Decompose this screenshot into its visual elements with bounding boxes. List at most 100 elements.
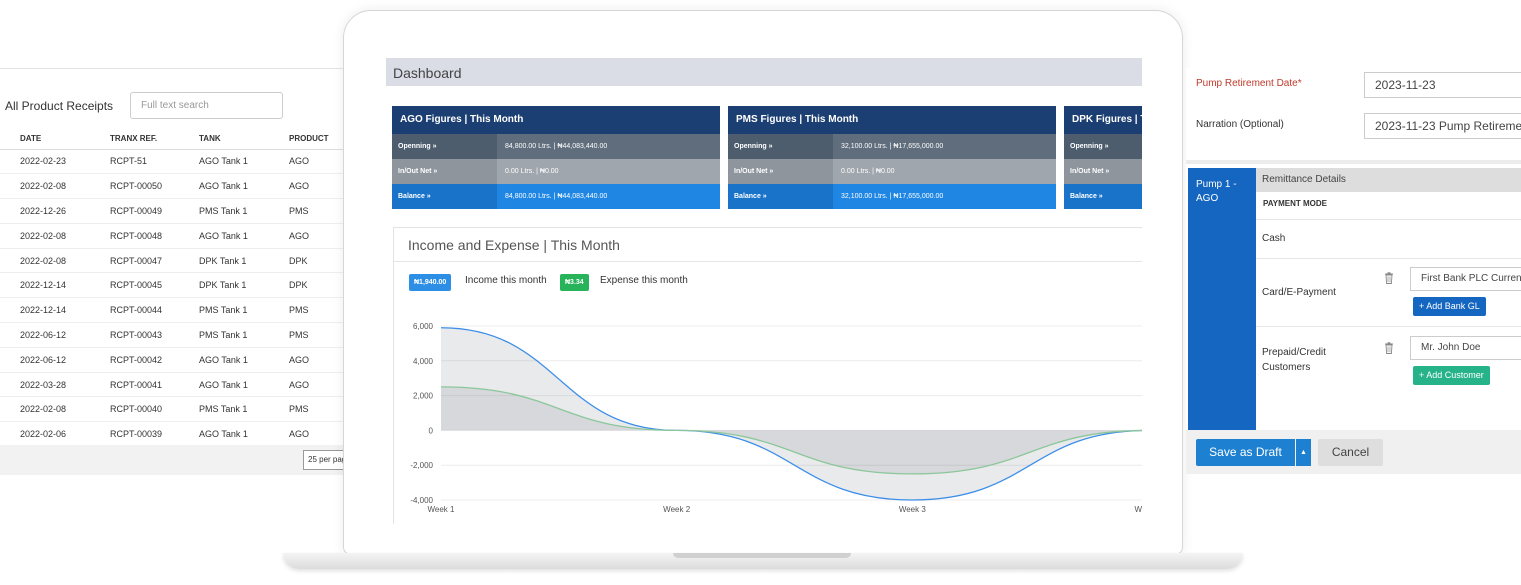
openning-row: Openning » 84,800.00 Ltrs. | ₦44,083,440… <box>392 134 720 159</box>
mode-cash: Cash <box>1262 233 1286 244</box>
ago-figures-card: AGO Figures | This Month Openning » 84,8… <box>392 106 720 209</box>
x-tick-label: Week 1 <box>428 505 456 514</box>
cell-tank: AGO Tank 1 <box>199 149 289 175</box>
in-out-net-value: 0.00 Ltrs. | ₦0.00 <box>497 159 720 184</box>
cell-date: 2022-06-12 <box>0 347 110 373</box>
remittance-details-header: Remittance Details <box>1256 168 1521 192</box>
mode-prepaid-credit-customers: Prepaid/Credit Customers <box>1262 347 1326 373</box>
pump-label: Pump 1 - AGO <box>1188 168 1256 430</box>
table-row[interactable]: 2022-12-26 RCPT-00049 PMS Tank 1 PMS <box>0 198 360 224</box>
x-tick-label: Week 3 <box>899 505 927 514</box>
table-row[interactable]: 2022-12-14 RCPT-00044 PMS Tank 1 PMS <box>0 297 360 324</box>
openning-link[interactable]: Openning » <box>392 134 497 159</box>
expense-label: Expense this month <box>600 275 688 286</box>
pump-retirement-panel: Pump Retirement Date* 2023-11-23 Narrati… <box>1186 68 1521 474</box>
balance-value: 32,100.00 Ltrs. | ₦17,655,000.00 <box>833 184 1056 209</box>
table-row[interactable]: 2022-06-12 RCPT-00042 AGO Tank 1 AGO <box>0 347 360 373</box>
figures-card-title: PMS Figures | This Month <box>728 106 1056 134</box>
cell-tank: PMS Tank 1 <box>199 322 289 348</box>
cell-tranx-ref: RCPT-00045 <box>110 272 199 299</box>
openning-row: Openning » <box>1064 134 1142 159</box>
column-header-tranx-ref[interactable]: TRANX REF. <box>110 129 199 150</box>
y-tick-label: 6,000 <box>413 322 434 331</box>
cell-tranx-ref: RCPT-00049 <box>110 198 199 224</box>
table-row[interactable]: 2022-02-08 RCPT-00040 PMS Tank 1 PMS <box>0 396 360 423</box>
column-header-date[interactable]: DATE <box>0 129 110 150</box>
receipts-table-body: 2022-02-23 RCPT-51 AGO Tank 1 AGO 2022-02-08… <box>0 149 360 448</box>
balance-link[interactable]: Balance » <box>728 184 833 209</box>
table-row[interactable]: 2022-06-12 RCPT-00043 PMS Tank 1 PMS <box>0 322 360 348</box>
stage: All Product Receipts Full text search DA… <box>0 0 1521 585</box>
cancel-button[interactable]: Cancel <box>1318 439 1383 466</box>
table-row[interactable]: 2022-02-08 RCPT-00047 DPK Tank 1 DPK <box>0 248 360 274</box>
save-as-draft-button[interactable]: Save as Draft <box>1196 439 1295 466</box>
cell-tank: AGO Tank 1 <box>199 421 289 448</box>
retirement-date-label: Pump Retirement Date* <box>1196 78 1302 89</box>
table-row[interactable]: 2022-02-08 RCPT-00050 AGO Tank 1 AGO <box>0 173 360 200</box>
mode-card-e-payment: Card/E-Payment <box>1262 287 1336 298</box>
cell-tank: AGO Tank 1 <box>199 223 289 249</box>
divider <box>1256 258 1521 259</box>
laptop-notch <box>673 553 851 558</box>
add-customer-button[interactable]: + Add Customer <box>1413 366 1490 385</box>
balance-value: 84,800.00 Ltrs. | ₦44,083,440.00 <box>497 184 720 209</box>
caret-up-icon: ▲ <box>1300 449 1307 456</box>
income-expense-chart: 6,000 4,000 2,000 0 -2,000 -4,000Week 1 Week 2… <box>410 322 1142 514</box>
cell-tank: PMS Tank 1 <box>199 198 289 224</box>
openning-link[interactable]: Openning » <box>1064 134 1142 159</box>
y-tick-label: 2,000 <box>413 392 434 401</box>
cell-date: 2022-02-08 <box>0 223 110 249</box>
cell-tranx-ref: RCPT-00040 <box>110 396 199 423</box>
dashboard-header: Dashboard <box>386 58 1142 86</box>
narration-input[interactable]: 2023-11-23 Pump Retirement <box>1364 113 1521 139</box>
table-row[interactable]: 2022-02-08 RCPT-00048 AGO Tank 1 AGO <box>0 223 360 249</box>
in-out-net-link[interactable]: In/Out Net » <box>1064 159 1142 184</box>
customer-select[interactable]: Mr. John Doe <box>1410 336 1521 360</box>
openning-value: 32,100.00 Ltrs. | ₦17,655,000.00 <box>833 134 1056 159</box>
y-tick-label: 0 <box>429 426 434 435</box>
balance-link[interactable]: Balance » <box>1064 184 1142 209</box>
openning-value: 84,800.00 Ltrs. | ₦44,083,440.00 <box>497 134 720 159</box>
cell-tranx-ref: RCPT-00050 <box>110 173 199 200</box>
in-out-net-row: In/Out Net » 0.00 Ltrs. | ₦0.00 <box>728 159 1056 184</box>
openning-link[interactable]: Openning » <box>728 134 833 159</box>
table-row[interactable]: 2022-02-06 RCPT-00039 AGO Tank 1 AGO <box>0 421 360 448</box>
cell-tank: AGO Tank 1 <box>199 347 289 373</box>
save-options-dropdown-button[interactable]: ▲ <box>1296 439 1311 466</box>
divider <box>394 261 1142 262</box>
y-tick-label: -4,000 <box>410 496 433 505</box>
table-row[interactable]: 2022-12-14 RCPT-00045 DPK Tank 1 DPK <box>0 272 360 299</box>
cell-tank: DPK Tank 1 <box>199 272 289 299</box>
receipts-header: All Product Receipts <box>5 92 113 120</box>
in-out-net-link[interactable]: In/Out Net » <box>392 159 497 184</box>
receipts-table: DATE TRANX REF. TANK PRODUCT 2022-02-23 R… <box>0 129 360 448</box>
cell-date: 2022-02-08 <box>0 248 110 274</box>
retirement-date-input[interactable]: 2023-11-23 <box>1364 72 1521 98</box>
pms-figures-card: PMS Figures | This Month Openning » 32,1… <box>728 106 1056 209</box>
figures-card-title: AGO Figures | This Month <box>392 106 720 134</box>
trash-icon[interactable] <box>1384 272 1394 284</box>
cell-date: 2022-12-14 <box>0 297 110 324</box>
form-footer: Save as Draft ▲ Cancel <box>1186 430 1521 474</box>
bank-gl-select[interactable]: First Bank PLC Current <box>1410 267 1521 291</box>
in-out-net-link[interactable]: In/Out Net » <box>728 159 833 184</box>
table-row[interactable]: 2022-03-28 RCPT-00041 AGO Tank 1 AGO <box>0 372 360 398</box>
table-row[interactable]: 2022-02-23 RCPT-51 AGO Tank 1 AGO <box>0 149 360 175</box>
in-out-net-row: In/Out Net » <box>1064 159 1142 184</box>
dpk-figures-card: DPK Figures | This Month Openning » In/O… <box>1064 106 1142 209</box>
cell-tranx-ref: RCPT-00041 <box>110 372 199 398</box>
add-bank-gl-button[interactable]: + Add Bank GL <box>1413 297 1486 316</box>
search-input[interactable]: Full text search <box>130 92 283 119</box>
x-tick-label: Week 2 <box>663 505 691 514</box>
y-tick-label: -2,000 <box>410 461 433 470</box>
cell-tank: PMS Tank 1 <box>199 297 289 324</box>
product-receipts-panel: All Product Receipts Full text search DA… <box>0 68 363 475</box>
divider <box>1256 219 1521 220</box>
payment-mode-header: PAYMENT MODE <box>1263 199 1328 208</box>
column-header-tank[interactable]: TANK <box>199 129 289 150</box>
balance-link[interactable]: Balance » <box>392 184 497 209</box>
balance-row: Balance » <box>1064 184 1142 209</box>
balance-row: Balance » 84,800.00 Ltrs. | ₦44,083,440.… <box>392 184 720 209</box>
trash-icon[interactable] <box>1384 342 1394 354</box>
cell-tank: AGO Tank 1 <box>199 173 289 200</box>
